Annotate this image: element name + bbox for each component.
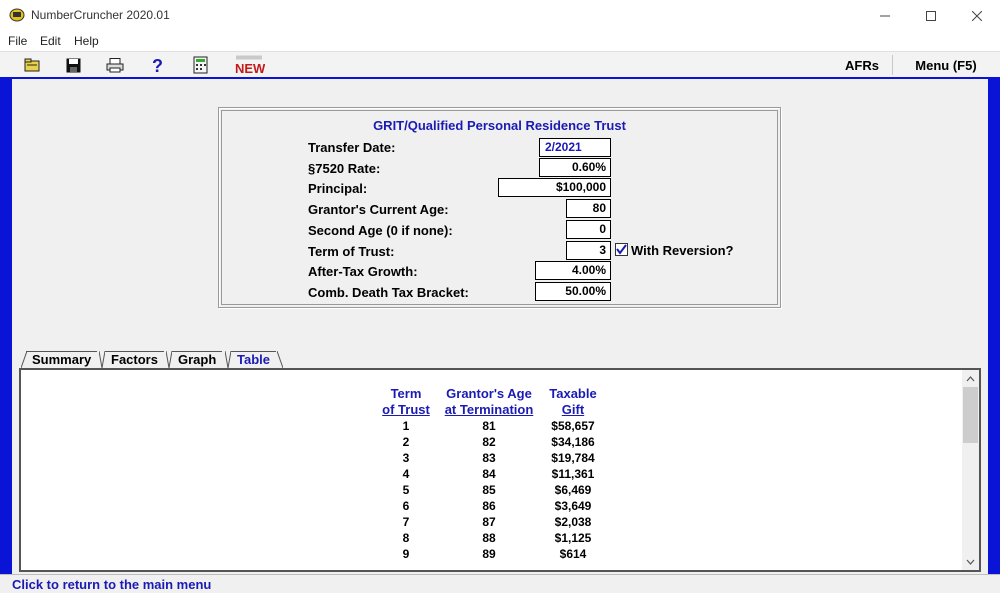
gift-cell: $6,469 [554, 483, 592, 497]
second-age-field[interactable]: 0 [566, 220, 611, 239]
maximize-button[interactable] [908, 0, 954, 31]
app-frame: GRIT/Qualified Personal Residence Trust … [0, 77, 1000, 574]
menu-help[interactable]: Help [74, 34, 99, 48]
table-row: 2 82 $34,186 [21, 435, 979, 451]
age-cell: 83 [482, 451, 496, 465]
print-icon[interactable] [104, 55, 126, 75]
scroll-up-icon[interactable] [962, 370, 979, 387]
tab-table[interactable]: Table [231, 351, 276, 368]
gift-cell: $34,186 [551, 435, 595, 449]
age-cell: 81 [482, 419, 496, 433]
reversion-label: With Reversion? [631, 243, 734, 258]
gift-cell: $1,125 [554, 531, 592, 545]
gift-cell: $2,038 [554, 515, 592, 529]
reversion-checkbox[interactable] [615, 243, 628, 256]
term-field[interactable]: 3 [566, 241, 611, 260]
transfer-date-label: Transfer Date: [308, 140, 396, 155]
news-label: NEWS [235, 61, 265, 75]
principal-label: Principal: [308, 181, 368, 196]
term-cell: 7 [402, 515, 410, 529]
term-cell: 3 [402, 451, 410, 465]
rate-7520-field[interactable]: 0.60% [539, 158, 611, 177]
age-cell: 87 [482, 515, 496, 529]
table-row: 9 89 $614 [21, 547, 979, 563]
gift-cell: $614 [559, 547, 587, 561]
tab-factors[interactable]: Factors [105, 351, 164, 368]
status-message[interactable]: Click to return to the main menu [12, 577, 211, 592]
tab-graph[interactable]: Graph [172, 351, 223, 368]
app-logo-icon [9, 8, 25, 22]
table-row: 1 81 $58,657 [21, 419, 979, 435]
news-button[interactable]: NEWS [232, 52, 266, 78]
panel-title: GRIT/Qualified Personal Residence Trust [373, 118, 626, 133]
age-cell: 84 [482, 467, 496, 481]
principal-field[interactable]: $100,000 [498, 178, 611, 197]
save-disk-icon[interactable] [62, 55, 84, 75]
death-tax-field[interactable]: 50.00% [535, 282, 611, 301]
age-cell: 89 [482, 547, 496, 561]
calculator-icon[interactable] [190, 55, 212, 75]
age-column-header[interactable]: Grantor's Age at Termination [439, 386, 539, 418]
scroll-down-icon[interactable] [962, 553, 979, 570]
growth-label: After-Tax Growth: [308, 264, 418, 279]
afrs-button[interactable]: AFRs [832, 52, 892, 78]
trust-input-panel: GRIT/Qualified Personal Residence Trust … [218, 107, 781, 308]
news-icon: NEWS [235, 55, 265, 75]
term-cell: 8 [402, 531, 410, 545]
tab-summary[interactable]: Summary [26, 351, 98, 368]
toolbar: ? NEWS AFRs Menu (F5) [0, 51, 1000, 77]
second-age-label: Second Age (0 if none): [308, 223, 453, 238]
table-row: 4 84 $11,361 [21, 467, 979, 483]
toolbar-separator [892, 55, 893, 75]
scrollbar-thumb[interactable] [963, 387, 978, 443]
term-label: Term of Trust: [308, 244, 395, 259]
grantor-age-field[interactable]: 80 [566, 199, 611, 218]
term-cell: 1 [402, 419, 410, 433]
status-bar[interactable]: Click to return to the main menu [0, 574, 1000, 593]
gift-column-header[interactable]: Taxable Gift [541, 386, 605, 418]
vertical-scrollbar[interactable] [962, 370, 979, 570]
age-cell: 85 [482, 483, 496, 497]
gift-cell: $19,784 [551, 451, 595, 465]
close-button[interactable] [954, 0, 1000, 31]
work-area: GRIT/Qualified Personal Residence Trust … [12, 79, 988, 574]
term-cell: 9 [402, 547, 410, 561]
gift-cell: $11,361 [551, 467, 595, 481]
term-cell: 6 [402, 499, 410, 513]
growth-field[interactable]: 4.00% [535, 261, 611, 280]
grantor-age-label: Grantor's Current Age: [308, 202, 449, 217]
svg-text:?: ? [152, 56, 163, 74]
term-cell: 5 [402, 483, 410, 497]
minimize-button[interactable] [862, 0, 908, 31]
gift-cell: $3,649 [554, 499, 592, 513]
results-panel: Term of Trust Grantor's Age at Terminati… [19, 368, 981, 572]
open-folder-icon[interactable] [21, 55, 43, 75]
transfer-date-field[interactable]: 2/2021 [539, 138, 611, 157]
term-cell: 2 [402, 435, 410, 449]
tab-divider [277, 351, 283, 368]
age-cell: 82 [482, 435, 496, 449]
table-row: 5 85 $6,469 [21, 483, 979, 499]
gift-cell: $58,657 [551, 419, 595, 433]
rate-7520-label: §7520 Rate: [308, 161, 381, 176]
term-cell: 4 [402, 467, 410, 481]
table-row: 8 88 $1,125 [21, 531, 979, 547]
window-title: NumberCruncher 2020.01 [31, 8, 170, 22]
menu-edit[interactable]: Edit [40, 34, 61, 48]
age-cell: 86 [482, 499, 496, 513]
menu-file[interactable]: File [8, 34, 27, 48]
table-row: 6 86 $3,649 [21, 499, 979, 515]
menu-f5-button[interactable]: Menu (F5) [900, 52, 992, 78]
death-tax-label: Comb. Death Tax Bracket: [308, 285, 469, 300]
table-row: 7 87 $2,038 [21, 515, 979, 531]
help-question-icon[interactable]: ? [147, 55, 169, 75]
term-column-header[interactable]: Term of Trust [377, 386, 435, 418]
checkmark-icon [616, 244, 627, 255]
table-row: 3 83 $19,784 [21, 451, 979, 467]
age-cell: 88 [482, 531, 496, 545]
title-bar: NumberCruncher 2020.01 [0, 0, 1000, 31]
menu-bar: File Edit Help [0, 31, 1000, 51]
